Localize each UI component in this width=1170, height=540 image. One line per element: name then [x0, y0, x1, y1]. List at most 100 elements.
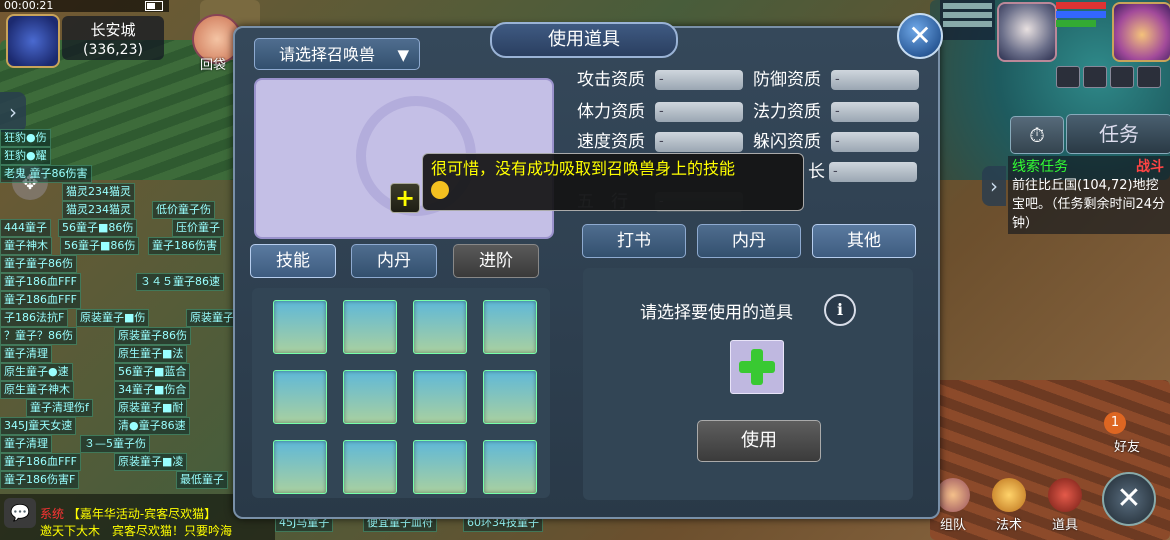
pet-select-label: 请选择召唤兽	[279, 45, 376, 64]
buff-icon	[1056, 66, 1080, 88]
tab-advance[interactable]: 进阶	[453, 244, 539, 278]
location-coords: (336,23)	[83, 42, 143, 58]
skill-fail-tooltip: 很可惜，没有成功吸取到召唤兽身上的技能	[422, 153, 804, 211]
use-button[interactable]: 使用	[697, 420, 821, 462]
pet-portrait[interactable]	[997, 2, 1057, 62]
player-name-tag[interactable]: 低价童子伤	[152, 201, 215, 219]
player-name-tag[interactable]: 童子186血FFF	[0, 453, 81, 471]
tab-inner-core-item[interactable]: 内丹	[697, 224, 801, 258]
chat-message: 邀天下大木 宾客尽欢猫！只要吟海	[40, 524, 233, 538]
skill-label: 法术	[995, 518, 1022, 533]
player-name-tag[interactable]: 56童子■86伤	[58, 219, 138, 237]
stat-growth: 长-	[808, 160, 917, 184]
skill-grid	[252, 288, 550, 498]
map-avatar-icon[interactable]	[6, 14, 60, 68]
skill-slot[interactable]	[413, 300, 467, 354]
player-name-tag[interactable]: 童子清理	[0, 435, 52, 453]
tab-skills[interactable]: 技能	[250, 244, 336, 278]
chevron-right-icon[interactable]: ›	[982, 166, 1006, 206]
stat-value: -	[831, 70, 919, 90]
quest-tracker[interactable]: 线索任务 战斗 前往比丘国(104,72)地挖宝吧。（任务剩余时间24分钟）	[1008, 156, 1170, 234]
player-name-tag[interactable]: 原生童子●速	[0, 363, 73, 381]
tooltip-text: 很可惜，没有成功吸取到召唤兽身上的技能	[431, 159, 736, 178]
player-name-tag[interactable]: 原生童子■法	[114, 345, 188, 363]
player-name-tag[interactable]: 童子186伤害F	[0, 471, 80, 489]
team-panel[interactable]	[940, 0, 995, 40]
stat-value: -	[831, 102, 919, 122]
player-name-tag[interactable]: 童子神木	[0, 237, 52, 255]
friend-button[interactable]: 好友	[1114, 436, 1140, 455]
skill-slot[interactable]	[483, 300, 537, 354]
buff-icon	[1083, 66, 1107, 88]
stat-attack: 攻击资质 -	[577, 68, 743, 92]
player-name-tag[interactable]: 345J童天女速	[0, 417, 77, 435]
clock-icon[interactable]: ⏱	[1010, 116, 1064, 154]
skill-slot[interactable]	[483, 440, 537, 494]
player-name-tag[interactable]: 444童子	[0, 219, 51, 237]
player-name-tag[interactable]: 原装童子86伤	[114, 327, 191, 345]
chat-icon[interactable]: 💬	[4, 498, 36, 528]
player-name-tag[interactable]: 狂豹●伤	[0, 129, 51, 147]
buff-icon	[1137, 66, 1161, 88]
player-name-tag[interactable]: 老鬼 童子86伤害	[0, 165, 92, 183]
player-name-tag[interactable]: 童子186伤害	[148, 237, 221, 255]
stat-dodge: 躲闪资质 -	[753, 130, 919, 154]
player-name-tag[interactable]: 最低童子	[176, 471, 228, 489]
skill-slot[interactable]	[343, 370, 397, 424]
skill-slot[interactable]	[273, 300, 327, 354]
skill-slot[interactable]	[413, 440, 467, 494]
tab-inner-core[interactable]: 内丹	[351, 244, 437, 278]
player-name-tag[interactable]: 原装童子	[186, 309, 238, 327]
skill-slot[interactable]	[273, 370, 327, 424]
player-name-tag[interactable]: 猫灵234猫灵	[62, 201, 135, 219]
item-label: 道具	[1051, 518, 1078, 533]
player-name-tag[interactable]: 原装童子■凌	[114, 453, 188, 471]
player-name-tag[interactable]: 童子186血FFF	[0, 273, 81, 291]
add-pet-plus-icon[interactable]: +	[390, 183, 420, 213]
skill-slot[interactable]	[343, 440, 397, 494]
character-portrait[interactable]	[1112, 2, 1170, 62]
player-name-tag[interactable]: 压价童子	[172, 219, 224, 237]
player-name-tag[interactable]: 原生童子神木	[0, 381, 74, 399]
skill-slot[interactable]	[273, 440, 327, 494]
close-icon[interactable]: ✕	[897, 13, 943, 59]
player-name-tag[interactable]: 狂豹●耀	[0, 147, 51, 165]
player-name-tag[interactable]: ３４５童子86速	[136, 273, 224, 291]
location-name: 长安城	[90, 21, 136, 39]
skill-slot[interactable]	[343, 300, 397, 354]
task-button[interactable]: 任务	[1066, 114, 1170, 154]
pet-tabs: 技能 内丹 进阶	[250, 244, 550, 278]
player-name-tag[interactable]: 56童子■蓝合	[114, 363, 191, 381]
skill-button[interactable]: 法术	[984, 478, 1034, 538]
player-name-tag[interactable]: 34童子■伤合	[114, 381, 191, 399]
chest-icon	[1048, 478, 1082, 512]
item-button[interactable]: 道具	[1040, 478, 1090, 538]
skill-slot[interactable]	[413, 370, 467, 424]
close-menu-icon[interactable]: ✕	[1102, 472, 1156, 526]
pet-status-bars	[1056, 2, 1108, 29]
skill-slot[interactable]	[483, 370, 537, 424]
player-name-tag[interactable]: 童子清理	[0, 345, 52, 363]
player-name-tag[interactable]: 原装童子■伤	[76, 309, 150, 327]
battery-icon	[145, 1, 163, 11]
player-name-tag[interactable]: 童子186血FFF	[0, 291, 81, 309]
add-item-plus-icon[interactable]	[730, 340, 784, 394]
buff-icons	[1056, 66, 1166, 88]
player-name-tag[interactable]: 清●童子86速	[114, 417, 190, 435]
info-icon[interactable]: i	[824, 294, 856, 326]
pet-select-dropdown[interactable]: 请选择召唤兽 ▼	[254, 38, 420, 70]
buff-icon	[1110, 66, 1134, 88]
player-name-tag[interactable]: 童子童子86伤	[0, 255, 77, 273]
player-name-tag[interactable]: 猫灵234猫灵	[62, 183, 135, 201]
player-name-tag[interactable]: 童子清理伤f	[26, 399, 93, 417]
player-name-tag[interactable]: 原装童子■耐	[114, 399, 188, 417]
stat-hp: 体力资质 -	[577, 100, 743, 124]
player-name-tag[interactable]: ？童子？86伤	[0, 327, 77, 345]
player-name-tag[interactable]: 56童子■86伤	[60, 237, 140, 255]
tab-other[interactable]: 其他	[812, 224, 916, 258]
player-name-tag[interactable]: ３—5童子伤	[80, 435, 150, 453]
tab-skill-book[interactable]: 打书	[582, 224, 686, 258]
stat-mana: 法力资质 -	[753, 100, 919, 124]
location-box[interactable]: 长安城 (336,23)	[62, 16, 164, 60]
player-name-tag[interactable]: 子186法抗F	[0, 309, 69, 327]
